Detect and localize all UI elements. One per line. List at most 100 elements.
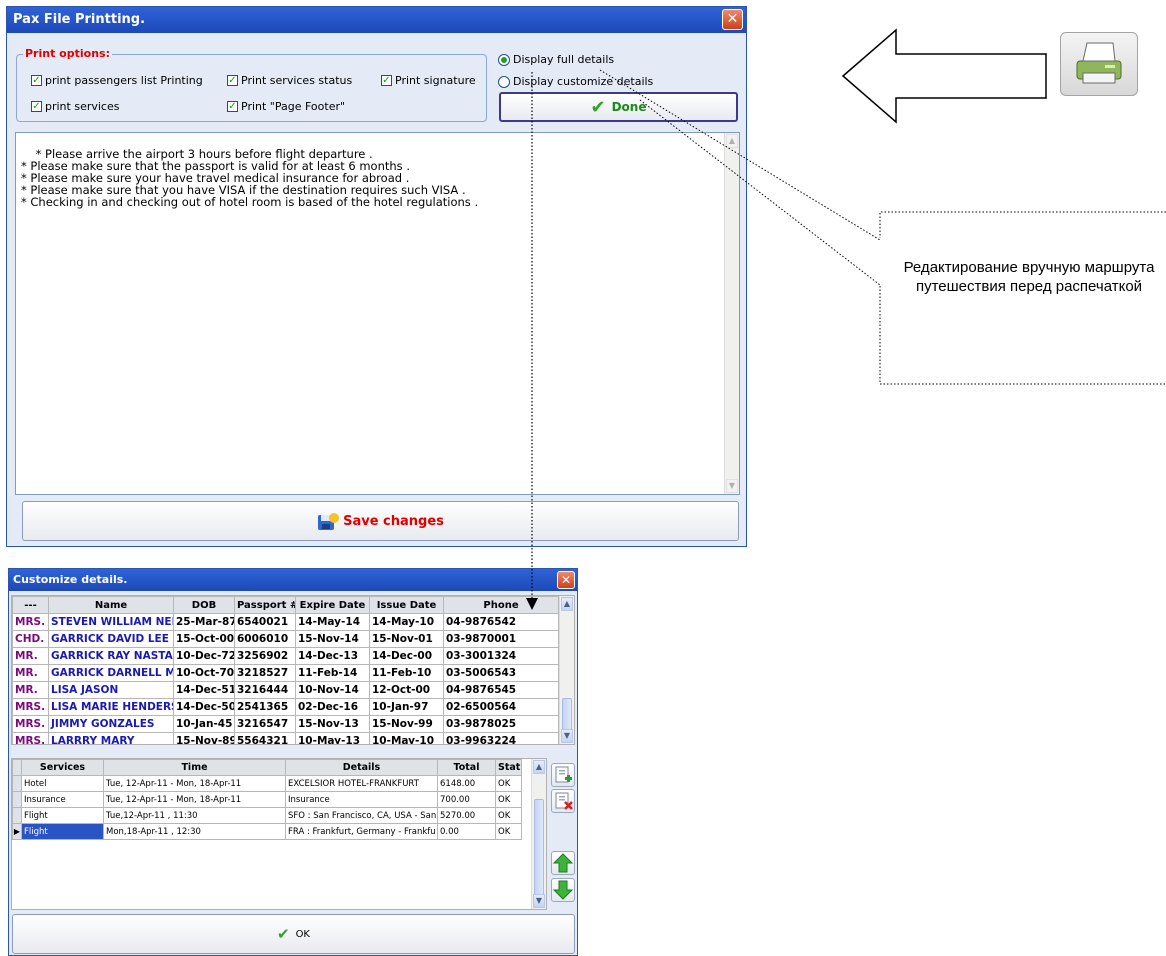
column-header[interactable]: Time [103,759,286,776]
services-body: Hotel Tue, 12-Apr-11 - Mon, 18-Apr-11 EXCE… [12,775,522,840]
cell-expire: 11-Feb-14 [295,664,370,682]
column-header[interactable]: Details [285,759,438,776]
save-changes-button[interactable]: Save changes [22,501,739,541]
cell-title: MRS. [12,732,49,744]
column-header[interactable]: Phone [443,596,559,614]
scroll-down-arrow[interactable]: ▼ [561,729,573,743]
cell-issue: 11-Feb-10 [369,664,444,682]
cell-status: OK [495,791,522,808]
passengers-body: MRS. STEVEN WILLIAM NELS 25-Mar-87 6540021 1… [12,613,559,744]
notes-scrollbar[interactable]: ▲ ▼ [724,133,739,494]
checkbox-print-passengers[interactable]: ✓ print passengers list Printing [31,74,203,87]
done-button[interactable]: ✔ Done [499,92,738,122]
table-row-selected[interactable]: ▶ Flight Mon,18-Apr-11 , 12:30 FRA : Frankf… [12,823,522,840]
column-header[interactable]: Passport # [234,596,296,614]
scroll-up-arrow[interactable]: ▲ [533,760,545,774]
cell-total: 700.00 [437,791,496,808]
table-row[interactable]: MR. LISA JASON 14-Dec-51 3216444 10-Nov-14 12… [12,681,559,699]
close-icon[interactable]: ✕ [557,571,575,589]
cell-issue: 14-May-10 [369,613,444,631]
cell-passport: 5564321 [234,732,296,744]
row-indicator [12,791,22,808]
close-icon[interactable]: ✕ [722,9,743,30]
cell-title: CHD. [12,630,49,648]
scroll-thumb[interactable] [562,698,572,730]
scroll-up-arrow[interactable]: ▲ [726,134,738,148]
column-header[interactable]: Stat. [495,759,522,776]
cell-name: LISA MARIE HENDERSI [48,698,174,716]
column-header[interactable]: Issue Date [369,596,444,614]
table-row[interactable]: MR. GARRICK RAY NASTAS 10-Dec-72 3256902 14-… [12,647,559,665]
cell-dob: 15-Nov-89 [173,732,235,744]
cell-service: Insurance [21,791,104,808]
passengers-scrollbar[interactable]: ▲ ▼ [559,596,574,744]
scroll-up-arrow[interactable]: ▲ [561,597,573,611]
cell-expire: 02-Dec-16 [295,698,370,716]
radio-display-full-details[interactable]: Display full details [498,53,614,66]
cell-issue: 15-Nov-01 [369,630,444,648]
cell-dob: 25-Mar-87 [173,613,235,631]
cell-passport: 6540021 [234,613,296,631]
footer-notes-textarea[interactable]: * Please arrive the airport 3 hours befo… [15,132,740,495]
cell-phone: 03-3001324 [443,647,559,665]
table-row[interactable]: MR. GARRICK DARNELL MI 10-Oct-70 3218527 11-… [12,664,559,682]
table-row[interactable]: MRS. STEVEN WILLIAM NELS 25-Mar-87 6540021 1… [12,613,559,631]
done-label: Done [611,100,647,114]
checkbox-print-signature[interactable]: ✓ Print signature [381,74,476,87]
checkmark-icon: ✔ [276,925,290,943]
cell-phone: 03-5006543 [443,664,559,682]
arrow-down-icon[interactable] [551,878,575,902]
passengers-grid: --- Name DOB Passport # Expire Date Issu… [11,595,575,745]
scroll-down-arrow[interactable]: ▼ [533,894,545,908]
column-header[interactable]: Name [48,596,174,614]
radio-label: Display full details [513,53,615,66]
column-header[interactable]: Services [21,759,104,776]
radio-circle [498,75,510,88]
services-header-row: Services Time Details Total Stat. [12,759,522,776]
checkmark-icon: ✓ [227,74,238,86]
pax-print-titlebar: Pax File Printting. ✕ [7,7,746,33]
cell-service: Flight [21,807,104,824]
delete-document-icon[interactable] [551,789,575,813]
print-options-title: Print options: [23,47,112,60]
table-row[interactable]: MRS. LARRRY MARY 15-Nov-89 5564321 10-May-13… [12,732,559,744]
cell-passport: 3256902 [234,647,296,665]
save-label: Save changes [343,513,444,529]
row-indicator [12,807,22,824]
customize-details-window: Customize details. ✕ --- Name DOB Passpo… [8,568,578,956]
services-scrollbar[interactable]: ▲ ▼ [531,759,546,909]
column-header[interactable]: Total [437,759,496,776]
scroll-thumb[interactable] [534,799,544,895]
checkbox-label: Print services status [241,74,353,87]
row-pointer-icon: ▶ [12,823,22,840]
checkbox-print-services-status[interactable]: ✓ Print services status [227,74,352,87]
cell-name: LISA JASON [48,681,174,699]
table-row[interactable]: Hotel Tue, 12-Apr-11 - Mon, 18-Apr-11 EXCE… [12,775,522,792]
table-row[interactable]: MRS. LISA MARIE HENDERSI 14-Dec-50 2541365 0… [12,698,559,716]
arrow-up-icon[interactable] [551,851,575,875]
radio-display-customize-details[interactable]: Display customize details [498,75,653,88]
scroll-down-arrow[interactable]: ▼ [726,479,738,493]
cell-total: 5270.00 [437,807,496,824]
table-row[interactable]: Flight Tue,12-Apr-11 , 11:30 SFO : San Fra… [12,807,522,824]
cell-status: OK [495,775,522,792]
checkbox-print-services[interactable]: ✓ print services [31,100,119,113]
table-row[interactable]: MRS. JIMMY GONZALES 10-Jan-45 3216547 15-Nov… [12,715,559,733]
cell-details: SFO : San Francisco, CA, USA - San [285,807,438,824]
checkbox-label: print passengers list Printing [45,74,203,87]
column-header[interactable]: Expire Date [295,596,370,614]
add-document-icon[interactable] [551,763,575,787]
checkbox-print-page-footer[interactable]: ✓ Print "Page Footer" [227,100,345,113]
table-row[interactable]: Insurance Tue, 12-Apr-11 - Mon, 18-Apr-11… [12,791,522,808]
cell-dob: 14-Dec-51 [173,681,235,699]
window-title: Pax File Printting. [13,12,146,27]
cell-passport: 3216547 [234,715,296,733]
ok-button[interactable]: ✔ OK [12,914,575,954]
column-header[interactable]: DOB [173,596,235,614]
table-row[interactable]: CHD. GARRICK DAVID LEE 15-Oct-00 6006010 15-… [12,630,559,648]
cell-time: Tue, 12-Apr-11 - Mon, 18-Apr-11 [103,791,286,808]
cell-time: Mon,18-Apr-11 , 12:30 [103,823,286,840]
services-grid: Services Time Details Total Stat. Hotel T… [11,758,547,910]
column-header[interactable]: --- [12,596,49,614]
printer-icon[interactable] [1060,32,1138,96]
